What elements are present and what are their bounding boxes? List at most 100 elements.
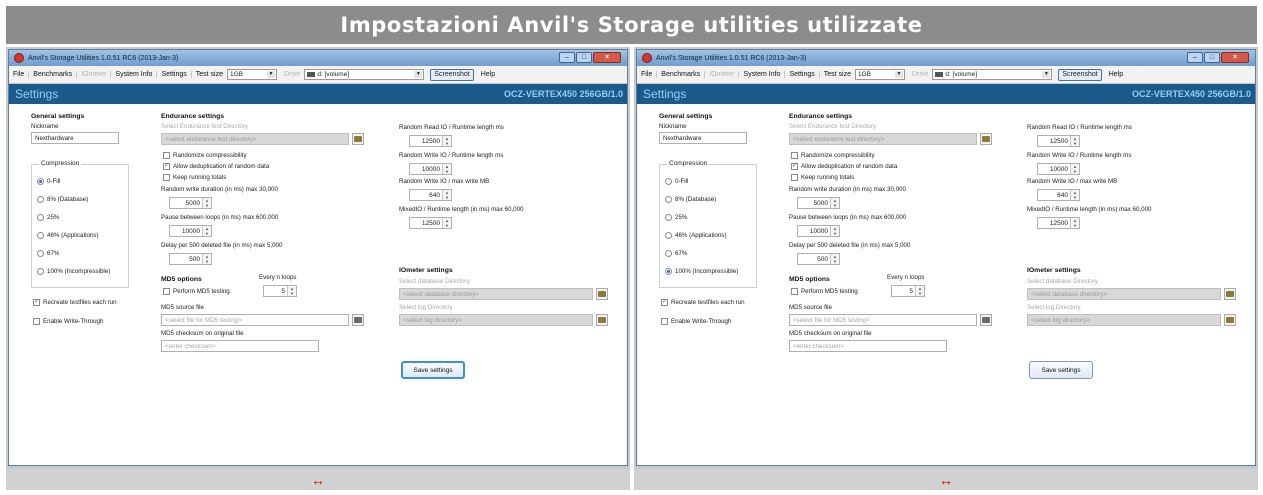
stepper-arrows-icon[interactable]: ▲ ▼: [1070, 164, 1079, 174]
random-read-stepper[interactable]: 12500 ▲ ▼: [409, 135, 452, 147]
md5-browse-button[interactable]: [352, 314, 364, 326]
compression-option[interactable]: 8% (Database): [665, 196, 716, 203]
compression-option[interactable]: 46% (Applications): [37, 232, 99, 239]
md5-source-input[interactable]: <select file for MD5 testing>: [161, 314, 349, 326]
write-through-checkbox[interactable]: Enable Write-Through: [661, 318, 731, 325]
test-size-select[interactable]: 1GB ▼: [854, 69, 905, 80]
menu-help[interactable]: Help: [477, 71, 499, 78]
randomize-checkbox[interactable]: Randomize compressibility: [791, 152, 875, 159]
log-dir-browse-button[interactable]: [596, 314, 608, 326]
log-dir-input[interactable]: <select log directory>: [1027, 314, 1221, 326]
md5-browse-button[interactable]: [980, 314, 992, 326]
menu-iometer[interactable]: IOmeter: [77, 71, 112, 78]
stepper-arrows-icon[interactable]: ▲ ▼: [442, 190, 451, 200]
screenshot-button[interactable]: Screenshot: [430, 68, 474, 81]
stepper-arrows-icon[interactable]: ▲ ▼: [915, 286, 924, 296]
window-titlebar[interactable]: Anvil's Storage Utilities 1.0.51 RC6 (20…: [637, 50, 1255, 66]
md5-source-input[interactable]: <select file for MD5 testing>: [789, 314, 977, 326]
dedup-checkbox[interactable]: ✓ Allow deduplication of random data: [791, 163, 897, 170]
nickname-input[interactable]: Nexthardware: [31, 132, 119, 144]
menu-system-info[interactable]: System Info: [739, 71, 786, 78]
save-settings-button[interactable]: Save settings: [401, 361, 465, 379]
stepper-arrows-icon[interactable]: ▲ ▼: [1070, 218, 1079, 228]
endurance-dir-input[interactable]: <select endurance test directory>: [789, 133, 977, 145]
expand-arrows-icon[interactable]: ↔: [939, 472, 953, 488]
stepper-arrows-icon[interactable]: ▲ ▼: [442, 164, 451, 174]
menu-system-info[interactable]: System Info: [111, 71, 158, 78]
randomize-checkbox[interactable]: Randomize compressibility: [163, 152, 247, 159]
compression-option[interactable]: 100% (Incompressible): [665, 268, 738, 275]
random-write-max-stepper[interactable]: 640 ▲ ▼: [1037, 189, 1080, 201]
dedup-checkbox[interactable]: ✓ Allow deduplication of random data: [163, 163, 269, 170]
stepper-arrows-icon[interactable]: ▲ ▼: [202, 226, 211, 236]
recreate-testfiles-checkbox[interactable]: ✓ Recreate testfiles each run: [33, 299, 117, 306]
md5-checksum-input[interactable]: <enter checksum>: [789, 340, 947, 352]
window-titlebar[interactable]: Anvil's Storage Utilities 1.0.51 RC6 (20…: [9, 50, 627, 66]
close-button[interactable]: ×: [1221, 52, 1249, 63]
md5-checksum-input[interactable]: <enter checksum>: [161, 340, 319, 352]
compression-option[interactable]: 8% (Database): [37, 196, 88, 203]
maximize-button[interactable]: □: [576, 52, 592, 63]
log-dir-browse-button[interactable]: [1224, 314, 1236, 326]
menu-benchmarks[interactable]: Benchmarks: [29, 71, 78, 78]
db-dir-browse-button[interactable]: [596, 288, 608, 300]
stepper-arrows-icon[interactable]: ▲ ▼: [287, 286, 296, 296]
compression-option[interactable]: 0-Fill: [37, 178, 60, 185]
mixed-io-stepper[interactable]: 12500 ▲ ▼: [409, 217, 452, 229]
every-n-loops-stepper[interactable]: 5 ▲ ▼: [891, 285, 925, 297]
minimize-button[interactable]: –: [1187, 52, 1203, 63]
save-settings-button[interactable]: Save settings: [1029, 361, 1093, 379]
recreate-testfiles-checkbox[interactable]: ✓ Recreate testfiles each run: [661, 299, 745, 306]
menu-iometer[interactable]: IOmeter: [705, 71, 740, 78]
stepper-arrows-icon[interactable]: ▲ ▼: [830, 198, 839, 208]
perform-md5-checkbox[interactable]: Perform MD5 testing: [163, 288, 230, 295]
expand-arrows-icon[interactable]: ↔: [311, 472, 325, 488]
stepper-arrows-icon[interactable]: ▲ ▼: [830, 226, 839, 236]
stepper-arrows-icon[interactable]: ▲ ▼: [442, 136, 451, 146]
menu-file[interactable]: File: [637, 71, 658, 78]
delay-stepper[interactable]: 500 ▲ ▼: [169, 253, 212, 265]
compression-option[interactable]: 25%: [37, 214, 59, 221]
running-totals-checkbox[interactable]: Keep running totals: [163, 174, 226, 181]
endurance-browse-button[interactable]: [352, 133, 364, 145]
stepper-arrows-icon[interactable]: ▲ ▼: [830, 254, 839, 264]
endurance-browse-button[interactable]: [980, 133, 992, 145]
every-n-loops-stepper[interactable]: 5 ▲ ▼: [263, 285, 297, 297]
close-button[interactable]: ×: [593, 52, 621, 63]
drive-select[interactable]: d: [volume] ▼: [932, 69, 1053, 80]
log-dir-input[interactable]: <select log directory>: [399, 314, 593, 326]
menu-benchmarks[interactable]: Benchmarks: [657, 71, 706, 78]
stepper-arrows-icon[interactable]: ▲ ▼: [1070, 190, 1079, 200]
stepper-arrows-icon[interactable]: ▲ ▼: [1070, 136, 1079, 146]
compression-option[interactable]: 100% (Incompressible): [37, 268, 110, 275]
minimize-button[interactable]: –: [559, 52, 575, 63]
random-write-stepper[interactable]: 10000 ▲ ▼: [1037, 163, 1080, 175]
rw-duration-stepper[interactable]: 5000 ▲ ▼: [797, 197, 840, 209]
db-dir-input[interactable]: <select database directory>: [399, 288, 593, 300]
stepper-arrows-icon[interactable]: ▲ ▼: [442, 218, 451, 228]
db-dir-input[interactable]: <select database directory>: [1027, 288, 1221, 300]
pause-stepper[interactable]: 10000 ▲ ▼: [797, 225, 840, 237]
stepper-arrows-icon[interactable]: ▲ ▼: [202, 198, 211, 208]
screenshot-button[interactable]: Screenshot: [1058, 68, 1102, 81]
endurance-dir-input[interactable]: <select endurance test directory>: [161, 133, 349, 145]
running-totals-checkbox[interactable]: Keep running totals: [791, 174, 854, 181]
db-dir-browse-button[interactable]: [1224, 288, 1236, 300]
rw-duration-stepper[interactable]: 5000 ▲ ▼: [169, 197, 212, 209]
random-read-stepper[interactable]: 12500 ▲ ▼: [1037, 135, 1080, 147]
maximize-button[interactable]: □: [1204, 52, 1220, 63]
test-size-select[interactable]: 1GB ▼: [226, 69, 277, 80]
delay-stepper[interactable]: 500 ▲ ▼: [797, 253, 840, 265]
menu-help[interactable]: Help: [1105, 71, 1127, 78]
write-through-checkbox[interactable]: Enable Write-Through: [33, 318, 103, 325]
compression-option[interactable]: 46% (Applications): [665, 232, 727, 239]
stepper-arrows-icon[interactable]: ▲ ▼: [202, 254, 211, 264]
drive-select[interactable]: d: [volume] ▼: [304, 69, 425, 80]
mixed-io-stepper[interactable]: 12500 ▲ ▼: [1037, 217, 1080, 229]
compression-option[interactable]: 67%: [665, 250, 687, 257]
menu-file[interactable]: File: [9, 71, 30, 78]
perform-md5-checkbox[interactable]: Perform MD5 testing: [791, 288, 858, 295]
pause-stepper[interactable]: 10000 ▲ ▼: [169, 225, 212, 237]
nickname-input[interactable]: Nexthardware: [659, 132, 747, 144]
compression-option[interactable]: 0-Fill: [665, 178, 688, 185]
